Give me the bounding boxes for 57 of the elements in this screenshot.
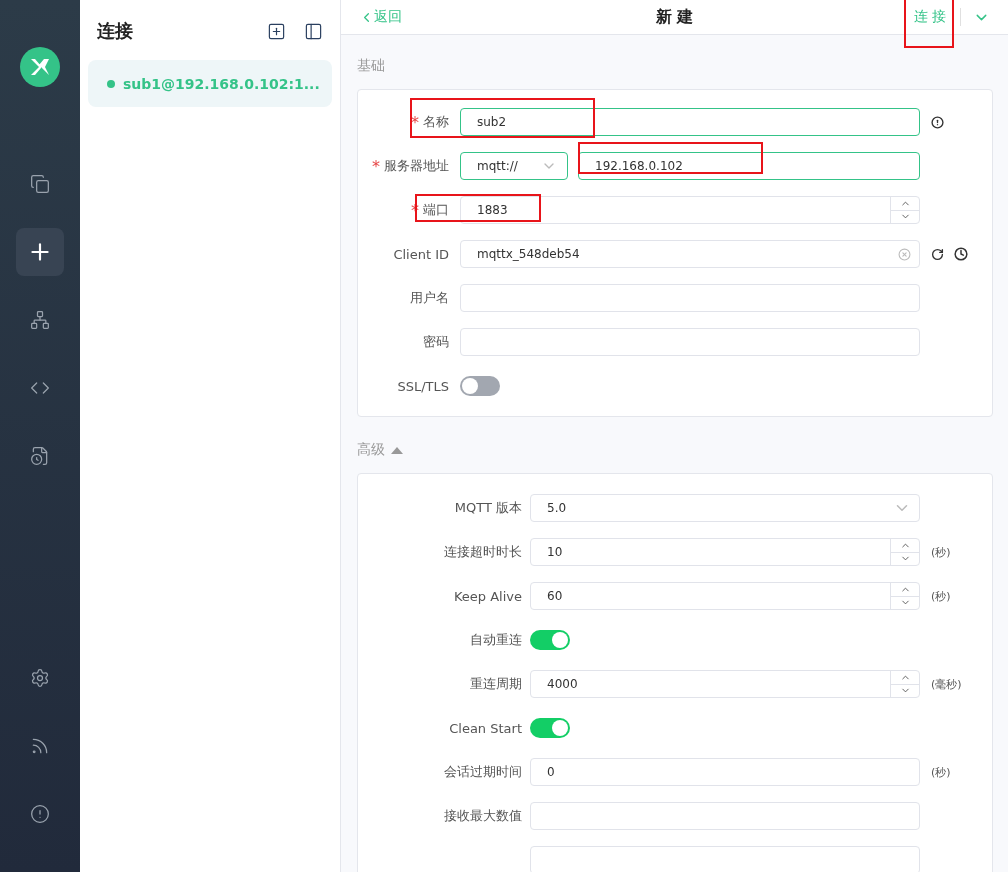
squares-icon xyxy=(30,174,50,194)
rss-icon xyxy=(30,736,50,756)
toggle-switch[interactable] xyxy=(530,718,570,738)
field-label: 会话过期时间 xyxy=(444,763,522,781)
collapse-icon[interactable] xyxy=(391,446,403,454)
refresh-icon[interactable] xyxy=(931,247,944,261)
text-field[interactable]: sub2 xyxy=(460,108,920,136)
unit-label: (秒) xyxy=(931,544,951,560)
text-field[interactable] xyxy=(530,846,920,872)
required-mark: * xyxy=(372,156,380,176)
field-label: 自动重连 xyxy=(470,631,522,649)
field-label: SSL/TLS xyxy=(397,378,449,394)
field-label: 连接超时时长 xyxy=(444,543,522,561)
field-label: Clean Start xyxy=(449,720,522,736)
number-field[interactable]: 1883 xyxy=(460,196,920,224)
unit-label: (秒) xyxy=(931,764,951,780)
file-clock-icon xyxy=(30,446,50,466)
toggle-switch[interactable] xyxy=(530,630,570,650)
nav-button[interactable] xyxy=(16,228,64,276)
network-icon xyxy=(30,310,50,330)
number-field[interactable]: 10 xyxy=(530,538,920,566)
field-label: 重连周期 xyxy=(470,675,522,693)
toggle-switch[interactable] xyxy=(460,376,500,396)
field-label: 服务器地址 xyxy=(384,156,449,175)
app-logo xyxy=(20,47,60,87)
alert-icon xyxy=(30,804,50,824)
add-icon[interactable] xyxy=(267,21,286,41)
section-title: 高级 xyxy=(357,441,385,459)
field-label: Keep Alive xyxy=(453,588,522,604)
number-field[interactable]: 60 xyxy=(530,582,920,610)
host-field[interactable]: 192.168.0.102 xyxy=(578,152,920,180)
unit-label: (毫秒) xyxy=(931,676,962,692)
panel-icon[interactable] xyxy=(304,21,323,41)
section-title: 基础 xyxy=(357,57,385,75)
info-icon[interactable] xyxy=(931,115,944,129)
settings-icon xyxy=(30,668,50,688)
text-field[interactable] xyxy=(460,284,920,312)
field-label: MQTT 版本 xyxy=(454,499,522,517)
text-field[interactable] xyxy=(460,328,920,356)
field-label: 端口 xyxy=(423,200,449,219)
clear-icon[interactable] xyxy=(898,247,911,261)
select-field[interactable]: 5.0 xyxy=(530,494,920,522)
text-field[interactable]: mqttx_548deb54 xyxy=(460,240,920,268)
field-label: 密码 xyxy=(423,333,449,351)
clock-icon[interactable] xyxy=(954,247,968,261)
protocol-select[interactable]: mqtt:// xyxy=(460,152,568,180)
number-field[interactable]: 4000 xyxy=(530,670,920,698)
page-title: 新 建 xyxy=(655,6,694,28)
text-field[interactable] xyxy=(530,802,920,830)
text-field[interactable]: 0 xyxy=(530,758,920,786)
field-label: 用户名 xyxy=(410,289,449,307)
required-mark: * xyxy=(411,112,419,132)
unit-label: (秒) xyxy=(931,588,951,604)
field-label: 接收最大数值 xyxy=(444,807,522,825)
list-title: 连接 xyxy=(97,19,134,43)
field-label: 名称 xyxy=(423,112,449,131)
field-label: Client ID xyxy=(393,246,449,262)
